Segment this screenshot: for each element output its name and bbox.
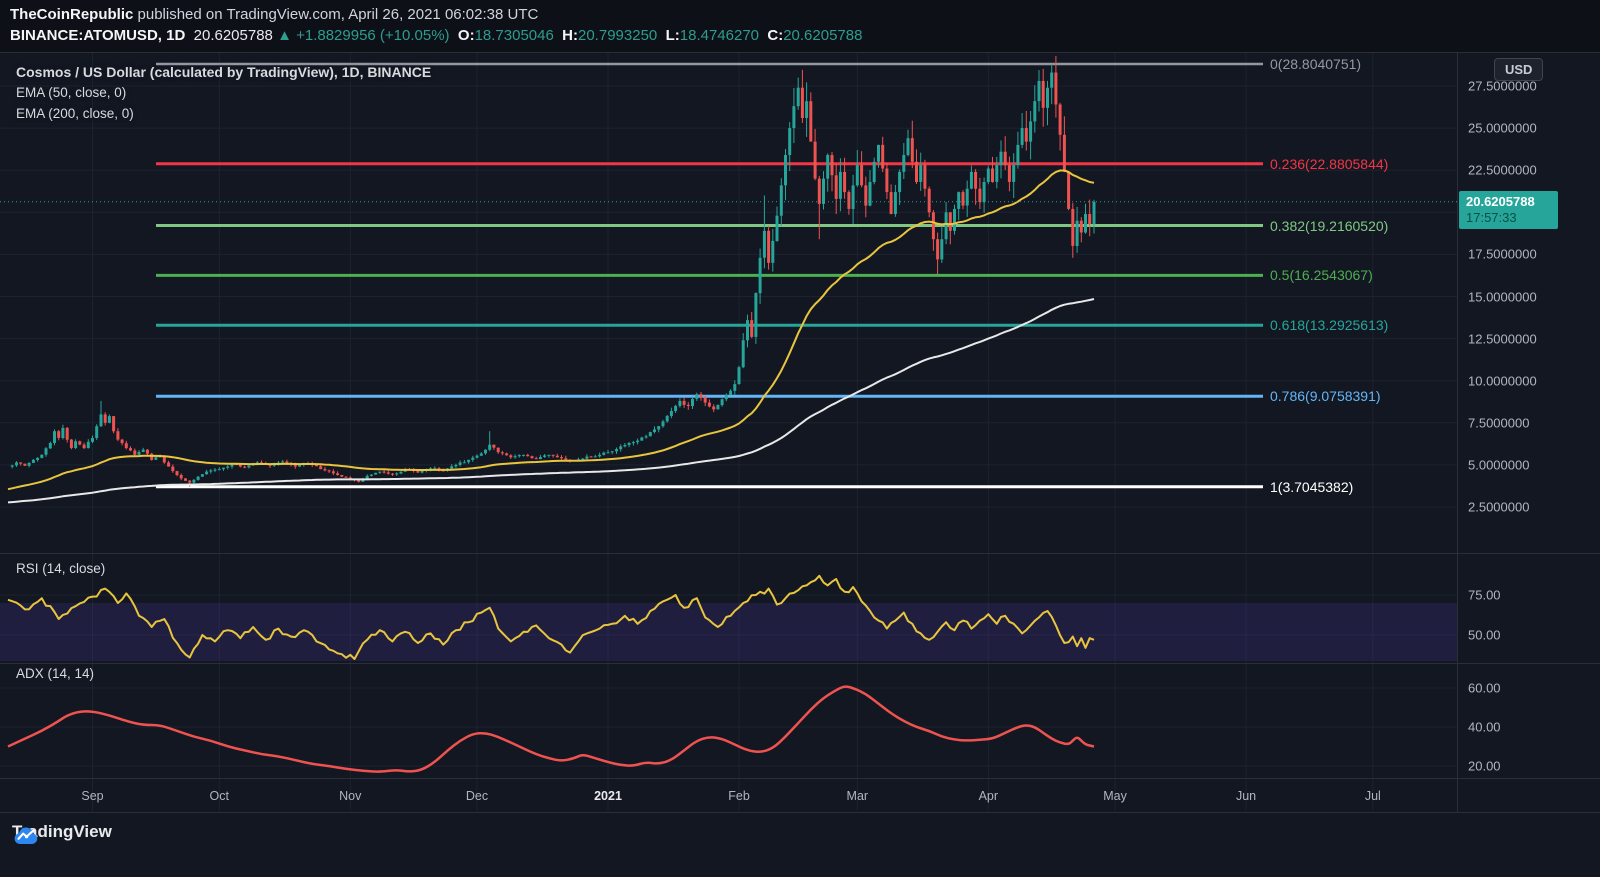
rsi-tick[interactable]: 50.00: [1468, 628, 1501, 643]
fib-level-label: 0.382(19.2160520): [1270, 217, 1389, 234]
last-price-value: 20.6205788: [1466, 193, 1535, 209]
adx-tick[interactable]: 20.00: [1468, 759, 1501, 774]
publish-text: published on TradingView.com, April 26, …: [133, 6, 539, 23]
ema200-line[interactable]: [7, 298, 1095, 504]
time-axis-label[interactable]: 2021: [594, 789, 622, 803]
price-tick[interactable]: 25.0000000: [1468, 121, 1537, 136]
change-arrow-icon: ▲: [277, 27, 292, 44]
published-chart-page: TheCoinRepublic published on TradingView…: [0, 0, 1600, 877]
candlestick-series[interactable]: [10, 56, 1096, 487]
ticker-change: +1.8829956 (+10.05%): [296, 27, 450, 44]
rsi-band: [0, 603, 1457, 661]
time-axis-label[interactable]: Nov: [339, 789, 361, 803]
fib-level-label: 1(3.7045382): [1270, 478, 1354, 495]
price-tick[interactable]: 7.5000000: [1468, 415, 1529, 430]
fib-level-label: 0.618(13.2925613): [1270, 317, 1389, 334]
fib-level-label: 0.786(9.0758391): [1270, 388, 1381, 405]
time-axis-label[interactable]: Jun: [1236, 789, 1256, 803]
close-label: C:: [767, 27, 784, 44]
time-axis-label[interactable]: Jul: [1365, 789, 1381, 803]
ema200-legend[interactable]: EMA (200, close, 0): [16, 106, 134, 121]
time-axis-label[interactable]: Oct: [210, 789, 229, 803]
time-axis-label[interactable]: Feb: [728, 789, 750, 803]
price-tick[interactable]: 17.5000000: [1468, 247, 1537, 262]
time-axis-label[interactable]: Dec: [466, 789, 488, 803]
price-tick[interactable]: 2.5000000: [1468, 500, 1529, 515]
publish-info: TheCoinRepublic published on TradingView…: [10, 6, 538, 23]
time-axis-label[interactable]: Apr: [979, 789, 998, 803]
adx-tick[interactable]: 60.00: [1468, 681, 1501, 696]
last-price-badge: 20.6205788 17:57:33: [1459, 190, 1558, 229]
tradingview-brand[interactable]: TradingView: [12, 822, 112, 844]
adx-legend[interactable]: ADX (14, 14): [16, 666, 94, 681]
author-name: TheCoinRepublic: [10, 6, 134, 23]
time-axis-label[interactable]: Sep: [81, 789, 103, 803]
close-value: 20.6205788: [783, 27, 863, 44]
vertical-gridlines: [92, 53, 1374, 811]
adx-tick[interactable]: 40.00: [1468, 720, 1501, 735]
ema50-line[interactable]: [7, 169, 1095, 491]
adx-line[interactable]: [7, 685, 1095, 773]
ema50-legend[interactable]: EMA (50, close, 0): [16, 85, 126, 100]
price-tick[interactable]: 12.5000000: [1468, 331, 1537, 346]
low-value: 18.4746270: [679, 27, 760, 44]
rsi-legend[interactable]: RSI (14, close): [16, 561, 105, 576]
ticker-last: 20.6205788: [193, 27, 273, 44]
low-label: L:: [665, 27, 680, 44]
bar-countdown: 17:57:33: [1466, 209, 1517, 225]
open-label: O:: [457, 27, 475, 44]
price-tick[interactable]: 10.0000000: [1468, 373, 1537, 388]
price-tick[interactable]: 22.5000000: [1468, 163, 1537, 178]
price-tick[interactable]: 5.0000000: [1468, 457, 1529, 472]
fib-level-label: 0.236(22.8805844): [1270, 155, 1389, 172]
high-label: H:: [562, 27, 578, 44]
open-value: 18.7305046: [474, 27, 554, 44]
tradingview-cloud-icon: [14, 827, 38, 844]
rsi-tick[interactable]: 75.00: [1468, 588, 1501, 603]
currency-badge[interactable]: USD: [1494, 58, 1544, 81]
high-value: 20.7993250: [578, 27, 658, 44]
price-tick[interactable]: 15.0000000: [1468, 289, 1537, 304]
fib-level-label: 0.5(16.2543067): [1270, 267, 1373, 284]
ticker-line: BINANCE:ATOMUSD, 1D 20.6205788 ▲ +1.8829…: [10, 27, 862, 44]
time-axis-label[interactable]: Mar: [847, 789, 869, 803]
chart-canvas[interactable]: [0, 0, 1600, 877]
fib-level-label: 0(28.8040751): [1270, 56, 1362, 73]
time-axis-label[interactable]: May: [1103, 789, 1127, 803]
ticker-symbol: BINANCE:ATOMUSD, 1D: [10, 27, 186, 44]
symbol-legend[interactable]: Cosmos / US Dollar (calculated by Tradin…: [16, 64, 431, 80]
